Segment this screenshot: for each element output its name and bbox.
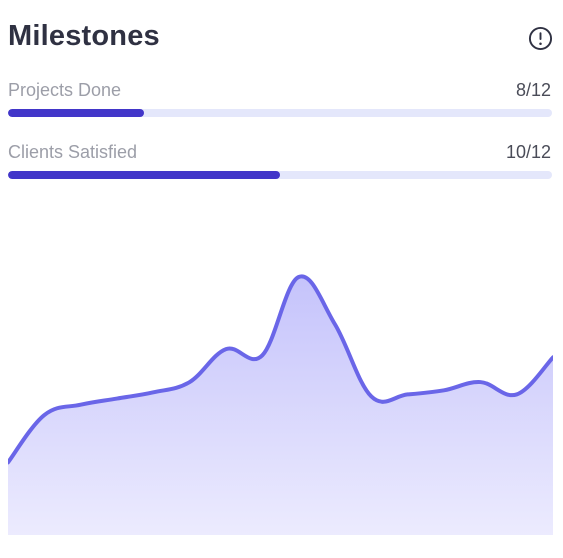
- card-title: Milestones: [8, 20, 160, 52]
- progress-fill: [8, 109, 144, 117]
- progress-track: [8, 171, 552, 179]
- milestones-card: Milestones Projects Done 8/12 Clients Sa…: [0, 0, 563, 558]
- card-header: Milestones: [8, 20, 553, 60]
- stat-label: Clients Satisfied: [8, 142, 138, 162]
- stat-value: 8/12: [515, 80, 551, 100]
- progress-fill: [8, 171, 280, 179]
- milestones-area-chart: [8, 274, 553, 535]
- stat-label: Projects Done: [8, 80, 122, 100]
- stat-value: 10/12: [505, 142, 551, 162]
- stat-projects-done: Projects Done 8/12: [8, 80, 553, 120]
- progress-track: [8, 109, 552, 117]
- info-circle-icon[interactable]: [528, 26, 553, 51]
- stat-clients-satisfied: Clients Satisfied 10/12: [8, 142, 553, 182]
